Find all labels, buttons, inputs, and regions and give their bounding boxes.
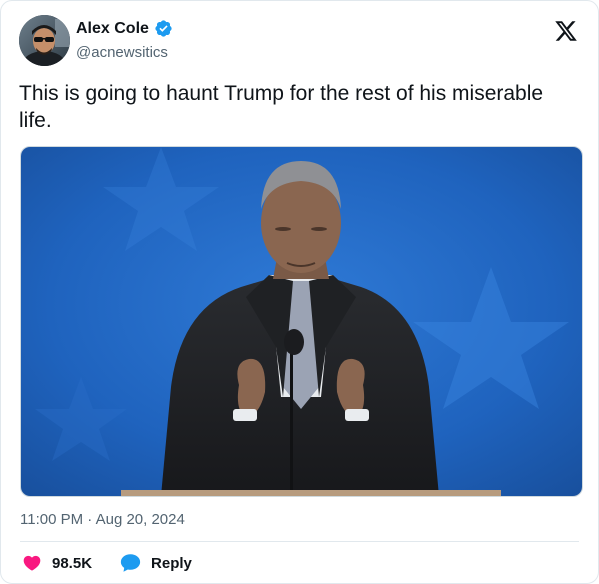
author-name-row: Alex Cole bbox=[76, 19, 173, 38]
divider bbox=[20, 541, 579, 542]
like-count: 98.5K bbox=[52, 554, 93, 572]
reply-button[interactable]: Reply bbox=[120, 553, 192, 573]
speech-bubble-icon bbox=[120, 553, 141, 573]
author-avatar[interactable] bbox=[19, 15, 70, 66]
tweet-header: Alex Cole @acnewsitics bbox=[19, 15, 580, 67]
tweet-text: This is going to haunt Trump for the res… bbox=[19, 82, 544, 132]
heart-icon bbox=[22, 553, 42, 573]
like-button[interactable]: 98.5K bbox=[22, 553, 92, 573]
tweet-actions: 98.5K Reply bbox=[22, 552, 192, 574]
reply-label: Reply bbox=[151, 554, 192, 572]
author-handle[interactable]: @acnewsitics bbox=[76, 44, 168, 61]
verified-badge-icon bbox=[154, 19, 173, 38]
tweet-media-image[interactable] bbox=[20, 146, 583, 497]
x-logo-icon[interactable] bbox=[554, 19, 578, 43]
tweet-timestamp[interactable]: 11:00 PM · Aug 20, 2024 bbox=[20, 511, 185, 528]
tweet-card[interactable]: Alex Cole @acnewsitics This is going to … bbox=[0, 0, 599, 584]
author-display-name[interactable]: Alex Cole bbox=[76, 20, 149, 38]
